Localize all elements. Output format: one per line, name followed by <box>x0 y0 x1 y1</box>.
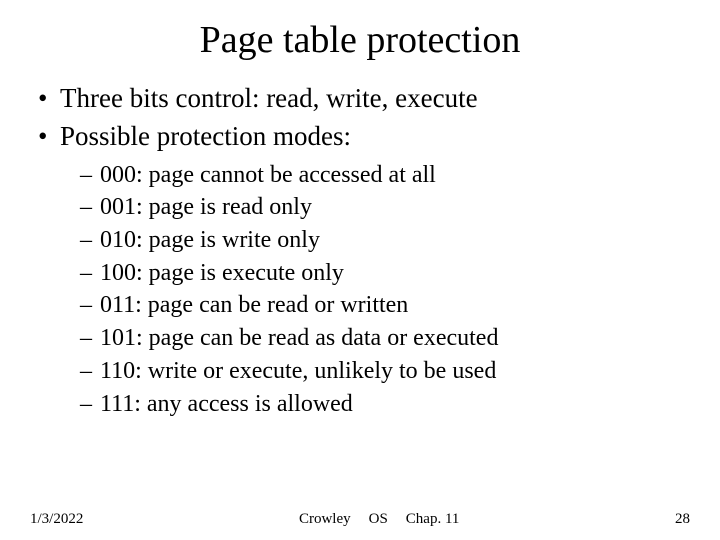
footer-date: 1/3/2022 <box>30 511 83 528</box>
sub-item: 000: page cannot be accessed at all <box>80 160 690 191</box>
sub-item: 111: any access is allowed <box>80 389 690 420</box>
sub-bullets: 000: page cannot be accessed at all 001:… <box>30 160 690 420</box>
sub-item: 001: page is read only <box>80 192 690 223</box>
sub-item: 101: page can be read as data or execute… <box>80 323 690 354</box>
slide: Page table protection Three bits control… <box>0 0 720 540</box>
footer-center: Crowley OS Chap. 11 <box>299 511 459 528</box>
footer-page-number: 28 <box>675 511 690 528</box>
footer-chapter: Chap. 11 <box>406 511 460 528</box>
bullet-item: Three bits control: read, write, execute <box>34 82 690 116</box>
slide-footer: 1/3/2022 Crowley OS Chap. 11 28 <box>0 511 720 528</box>
sub-item: 011: page can be read or written <box>80 290 690 321</box>
footer-author: Crowley <box>299 511 351 528</box>
sub-item: 010: page is write only <box>80 225 690 256</box>
slide-title: Page table protection <box>30 18 690 62</box>
footer-subject: OS <box>369 511 388 528</box>
sub-item: 100: page is execute only <box>80 258 690 289</box>
top-bullets: Three bits control: read, write, execute… <box>30 82 690 154</box>
sub-item: 110: write or execute, unlikely to be us… <box>80 356 690 387</box>
bullet-item: Possible protection modes: <box>34 120 690 154</box>
